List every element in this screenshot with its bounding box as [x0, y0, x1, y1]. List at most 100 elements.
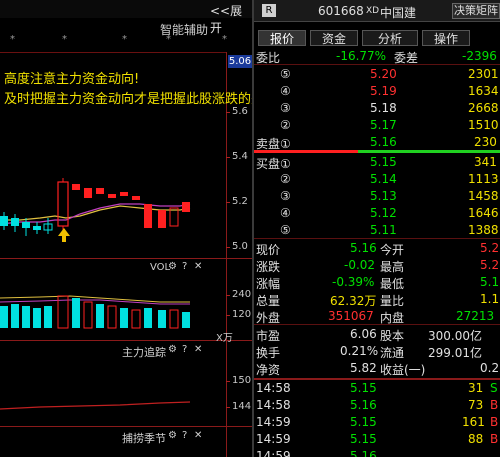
trade-flag: B — [490, 415, 499, 429]
trade-time: 14:58 — [256, 398, 291, 412]
buy-row[interactable]: ⑤ 5.11 1388 — [254, 222, 500, 238]
stats-row: 市盈 6.06 股本 300.00亿 — [254, 326, 500, 343]
axis-tick — [226, 407, 230, 408]
stat-label: 换手 — [256, 346, 281, 360]
buy-volume: 1646 — [468, 206, 499, 220]
separator — [254, 324, 500, 325]
separator — [254, 238, 500, 239]
tab-analysis[interactable]: 分析 — [362, 30, 418, 46]
buy-row[interactable]: 买盘① 5.15 341 — [254, 154, 500, 171]
axis-label: 5.4 — [232, 151, 248, 162]
star-marker: * — [166, 34, 171, 45]
stat-label: 股本 — [380, 329, 405, 343]
gear-icon[interactable]: ⚙ — [168, 430, 177, 441]
stat-label: 流通 — [380, 346, 405, 360]
buy-price: 5.14 — [370, 172, 397, 186]
stat-label: 涨跌 — [256, 260, 281, 274]
trade-row: 14:58 5.15 31 S — [254, 380, 500, 396]
axis-tick — [226, 315, 230, 316]
buy-volume: 1388 — [468, 223, 499, 237]
sell-row[interactable]: 卖盘① 5.16 230 — [254, 134, 500, 151]
annotation-text: 高度注意主力资金动向! — [4, 72, 140, 87]
stock-code: 601668 — [318, 4, 364, 18]
capture-label: 捕捞季节 — [122, 432, 166, 445]
stat-value: 27213 — [456, 309, 495, 323]
axis-label: 150 — [232, 375, 252, 386]
weibi-value: -16.77% — [336, 49, 387, 63]
buy-volume: 1113 — [468, 172, 499, 186]
star-marker: * — [10, 34, 15, 45]
stat-label: 最高 — [380, 260, 405, 274]
stat-label: 今开 — [380, 243, 405, 257]
buy-row[interactable]: ② 5.14 1113 — [254, 171, 500, 187]
buy-volume: 341 — [474, 155, 497, 169]
stat-value: 5.82 — [350, 361, 377, 375]
trade-row: 14:59 5.15 88 B — [254, 431, 500, 447]
trade-row: 14:59 5.16 — [254, 448, 500, 457]
close-icon[interactable]: ✕ — [194, 344, 202, 355]
gear-icon[interactable]: ⚙ — [168, 261, 177, 272]
stat-value: 299.01亿 — [428, 346, 482, 360]
buy-level: ⑤ — [280, 223, 291, 237]
trade-flag: B — [490, 398, 499, 412]
axis-label: 144 — [232, 401, 252, 412]
chart-panel[interactable]: <<展开 智能辅助 * * * * * 5.06 5.6 5.4 5.2 5.0… — [0, 0, 252, 457]
star-marker: * — [62, 34, 67, 45]
stat-label: 最低 — [380, 277, 405, 291]
stats-row: 涨幅 -0.39% 最低 5.1 — [254, 274, 500, 291]
trade-price: 5.16 — [350, 449, 377, 457]
stat-value: 0.21% — [340, 344, 379, 358]
sell-level: ⑤ — [280, 67, 291, 81]
stat-value: 0.21 — [480, 361, 500, 375]
buy-level: ④ — [280, 206, 291, 220]
stat-value: -0.39% — [332, 275, 375, 289]
help-icon[interactable]: ? — [182, 430, 187, 441]
stat-label: 净资 — [256, 363, 281, 377]
gear-icon[interactable]: ⚙ — [168, 344, 177, 355]
trade-row: 14:59 5.15 161 B — [254, 414, 500, 430]
buy-price: 5.15 — [370, 155, 397, 169]
trade-price: 5.15 — [350, 415, 377, 429]
stats-row: 净资 5.82 收益(一) 0.21 — [254, 360, 500, 377]
stat-value: 5.2 — [480, 258, 500, 272]
trade-price: 5.16 — [350, 398, 377, 412]
buy-level: 买盘① — [256, 157, 291, 171]
help-icon[interactable]: ? — [182, 344, 187, 355]
close-icon[interactable]: ✕ — [194, 430, 202, 441]
stat-value: 351067 — [328, 309, 374, 323]
buy-price: 5.12 — [370, 206, 397, 220]
sell-price: 5.20 — [370, 67, 397, 81]
sell-row[interactable]: ② 5.17 1510 — [254, 117, 500, 133]
close-icon[interactable]: ✕ — [194, 261, 202, 272]
tab-funds[interactable]: 资金 — [310, 30, 358, 46]
sell-row[interactable]: ⑤ 5.20 2301 — [254, 66, 500, 82]
sell-price: 5.18 — [370, 101, 397, 115]
matrix-button[interactable]: 决策矩阵 — [452, 3, 500, 19]
buy-row[interactable]: ④ 5.12 1646 — [254, 205, 500, 221]
tab-quote[interactable]: 报价 — [258, 30, 306, 46]
star-marker: * — [222, 34, 227, 45]
star-marker: * — [122, 34, 127, 45]
stat-value: 6.06 — [350, 327, 377, 341]
grid-line — [0, 52, 226, 53]
trade-row: 14:58 5.16 73 B — [254, 397, 500, 413]
sell-level: ② — [280, 118, 291, 132]
sell-volume: 2301 — [468, 67, 499, 81]
panel-divider — [0, 258, 252, 259]
sell-row[interactable]: ③ 5.18 2668 — [254, 100, 500, 116]
help-icon[interactable]: ? — [182, 261, 187, 272]
sell-level: ④ — [280, 84, 291, 98]
stat-label: 市盈 — [256, 329, 281, 343]
tab-operation[interactable]: 操作 — [422, 30, 470, 46]
annotation-text: 及时把握主力资金动向才是把握此股涨跌的关键! — [4, 92, 252, 107]
stats-row: 涨跌 -0.02 最高 5.2 — [254, 257, 500, 274]
expand-button[interactable]: <<展开 — [210, 2, 252, 36]
stats-row: 现价 5.16 今开 5.2 — [254, 240, 500, 257]
buy-row[interactable]: ③ 5.13 1458 — [254, 188, 500, 204]
separator — [254, 64, 500, 65]
current-price-marker: 5.06 — [228, 55, 252, 68]
trade-time: 14:59 — [256, 449, 291, 457]
sell-row[interactable]: ④ 5.19 1634 — [254, 83, 500, 99]
stat-value: 5.2 — [480, 241, 500, 255]
axis-label: 240 — [232, 289, 252, 300]
